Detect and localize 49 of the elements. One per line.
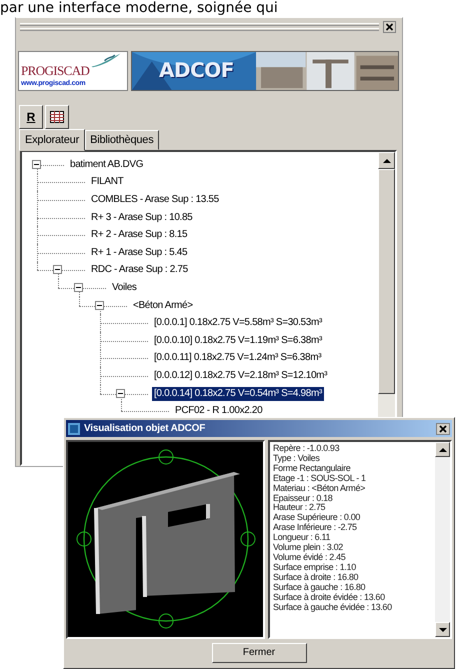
tree-item[interactable]: batiment AB.DVG: [68, 158, 146, 172]
tree-item[interactable]: RDC - Arase Sup : 2.75: [89, 263, 190, 278]
dialog-title: Visualisation objet ADCOF: [84, 423, 206, 434]
property-text: Hauteur : 2.75: [273, 503, 326, 513]
property-text: Surface à gauche : 16.80: [273, 582, 366, 592]
close-icon[interactable]: [383, 21, 396, 33]
tab[interactable]: Explorateur: [19, 129, 86, 151]
property-text: Longueur : 6.11: [273, 533, 332, 544]
property-text: Surface emprise : 1.10: [273, 562, 357, 573]
tree-item[interactable]: FILANT: [89, 175, 126, 190]
tree-item[interactable]: [0.0.0.11] 0.18x2.75 V=1.24m³ S=6.38m³: [152, 351, 324, 366]
tab[interactable]: Bibliothèques: [85, 130, 159, 150]
collapse-toggle[interactable]: [53, 265, 62, 274]
tree-item[interactable]: [0.0.0.12] 0.18x2.75 V=2.18m³ S=12.10m³: [152, 368, 330, 383]
collapse-toggle[interactable]: [74, 282, 83, 292]
caption-text: par une interface moderne, soignée qui: [0, 0, 279, 17]
tree-item[interactable]: <Béton Armé>: [131, 298, 195, 313]
tree-item[interactable]: [0.0.0.14] 0.18x2.75 V=0.54m³ S=4.98m³: [152, 386, 324, 401]
property-text: Etage -1 : SOUS-SOL - 1: [273, 474, 367, 484]
tree-item[interactable]: COMBLES - Arase Sup : 13.55: [89, 192, 221, 207]
tree-item[interactable]: [0.0.0.1] 0.18x2.75 V=5.58m³ S=30.53m³: [152, 316, 324, 330]
banner-title: ADCOF: [159, 58, 234, 82]
tree-item[interactable]: R+ 3 - Arase Sup : 10.85: [89, 210, 194, 225]
collapse-toggle[interactable]: [95, 300, 104, 310]
property-text: Volume plein : 3.02: [273, 543, 344, 553]
tree-item[interactable]: R+ 2 - Arase Sup : 8.15: [89, 228, 190, 242]
property-text: Surface à droite : 16.80: [273, 572, 360, 583]
property-text: Surface à gauche évidée : 13.60: [273, 602, 393, 612]
property-text: Surface à droite évidée : 13.60: [273, 592, 386, 602]
collapse-toggle[interactable]: [116, 388, 125, 398]
close-icon[interactable]: [436, 422, 450, 434]
tree-item[interactable]: PCF02 - R 1.00x2.20: [173, 404, 264, 418]
property-text: Arase Supérieure : 0.00: [273, 513, 362, 524]
property-text: Type : Voiles: [273, 454, 320, 464]
property-text: Materiau : <Béton Armé>: [273, 484, 366, 494]
tree-item[interactable]: Voiles: [110, 280, 139, 295]
grid-icon[interactable]: [45, 105, 69, 129]
toolbar-button[interactable]: R: [19, 105, 43, 129]
property-text: Arase Inférieure : -2.75: [273, 523, 358, 534]
property-text: Forme Rectangulaire: [273, 464, 352, 474]
collapse-toggle[interactable]: [32, 160, 41, 169]
property-text: Epaisseur : 0.18: [273, 494, 334, 504]
logo-name: PROGISCAD: [21, 64, 90, 78]
tree-item[interactable]: [0.0.0.10] 0.18x2.75 V=1.19m³ S=6.38m³: [152, 334, 324, 348]
tree-item[interactable]: R+ 1 - Arase Sup : 5.45: [89, 246, 190, 260]
close-button[interactable]: Fermer: [212, 642, 306, 662]
property-text: Volume évidé : 2.45: [273, 552, 346, 563]
property-text: Repère : -1.0.0.93: [273, 444, 340, 454]
app-icon: [68, 422, 80, 434]
